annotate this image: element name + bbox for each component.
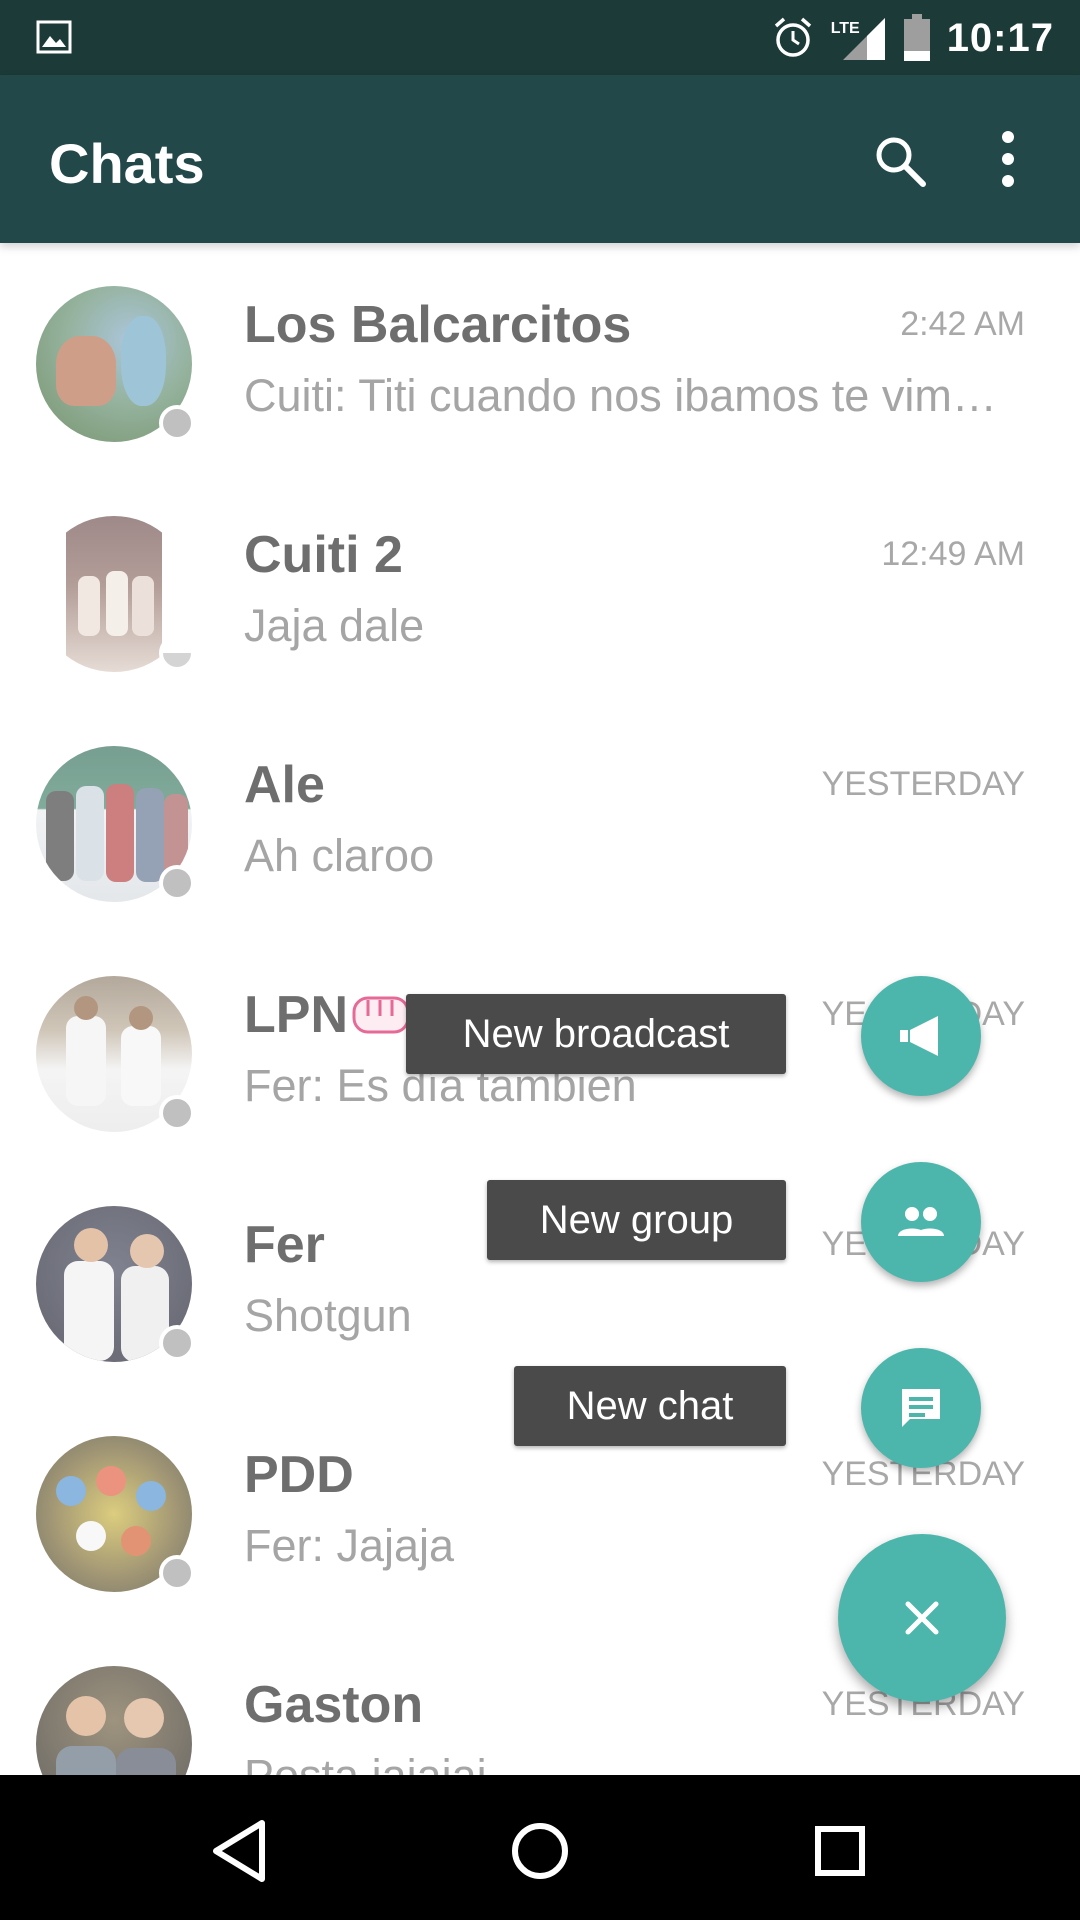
signal-icon: LTE (831, 14, 887, 62)
search-icon[interactable] (870, 131, 930, 191)
page-title: Chats (49, 132, 205, 195)
image-notification-icon (36, 20, 72, 54)
alarm-icon (774, 17, 811, 57)
home-icon[interactable] (500, 1811, 580, 1891)
more-vert-icon[interactable] (990, 127, 1026, 191)
app-bar: Chats (0, 75, 1080, 243)
recents-icon[interactable] (800, 1811, 880, 1891)
new-broadcast-button[interactable] (861, 976, 981, 1096)
new-group-button[interactable] (861, 1162, 981, 1282)
new-broadcast-label[interactable]: New broadcast (406, 994, 786, 1074)
battery-icon (903, 14, 930, 61)
status-bar: LTE 10:17 (0, 0, 1080, 75)
chat-bubble-icon (902, 1389, 940, 1427)
close-icon (905, 1601, 939, 1635)
new-chat-button[interactable] (861, 1348, 981, 1468)
navigation-bar (0, 1775, 1080, 1920)
megaphone-icon (900, 1016, 938, 1056)
status-time: 10:17 (946, 15, 1054, 60)
new-chat-label[interactable]: New chat (514, 1366, 786, 1446)
back-icon[interactable] (200, 1811, 280, 1891)
close-fab-button[interactable] (838, 1534, 1006, 1702)
group-icon (898, 1207, 944, 1236)
new-group-label[interactable]: New group (487, 1180, 786, 1260)
network-label: LTE (830, 20, 860, 37)
